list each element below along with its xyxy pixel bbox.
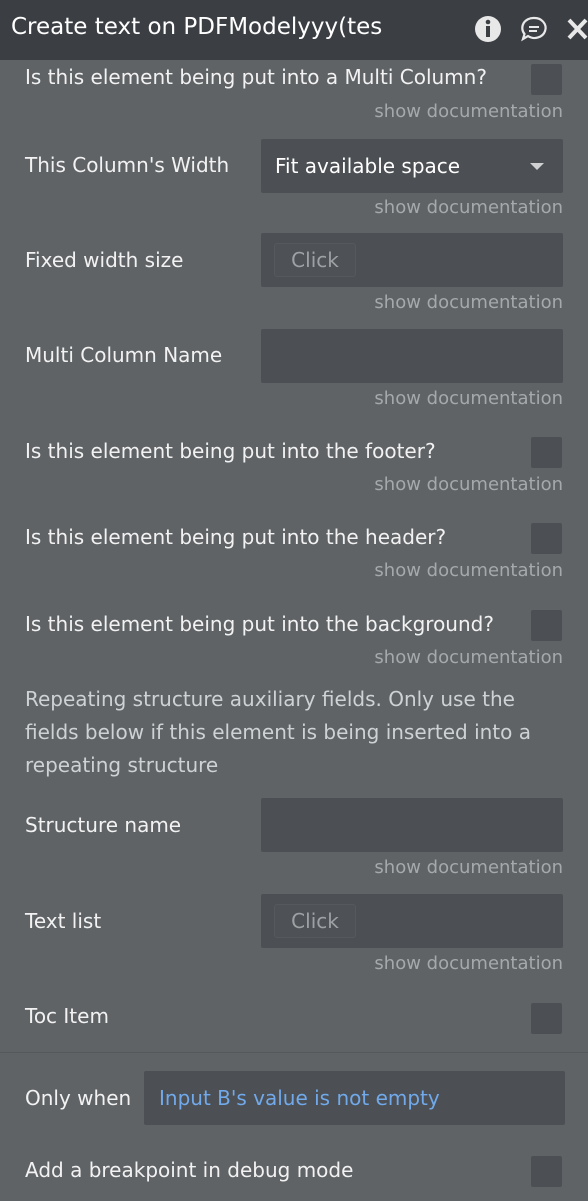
only-when-label: Only when <box>25 1086 132 1110</box>
title-bar: Create text on PDFModelyyy(tes <box>0 0 588 60</box>
column-width-dropdown[interactable]: Fit available space <box>261 139 563 193</box>
text-list-input[interactable]: Click <box>261 894 563 948</box>
chevron-down-icon <box>530 163 544 170</box>
multi-column-label: Is this element being put into a Multi C… <box>25 65 487 89</box>
header-label: Is this element being put into the heade… <box>25 525 447 549</box>
structure-name-input[interactable] <box>261 798 563 852</box>
background-checkbox[interactable] <box>531 610 562 641</box>
comment-icon[interactable] <box>519 14 549 44</box>
fixed-width-label: Fixed width size <box>25 248 184 272</box>
multi-column-name-label: Multi Column Name <box>25 343 223 367</box>
background-doc-link[interactable]: show documentation <box>374 647 563 668</box>
only-when-condition-input[interactable]: Input B's value is not empty <box>144 1071 565 1125</box>
footer-checkbox[interactable] <box>531 437 562 468</box>
column-width-doc-link[interactable]: show documentation <box>374 197 563 218</box>
breakpoint-label: Add a breakpoint in debug mode <box>25 1158 354 1182</box>
repeating-structure-note: Repeating structure auxiliary fields. On… <box>25 687 531 777</box>
fixed-width-doc-link[interactable]: show documentation <box>374 292 563 313</box>
toc-item-checkbox[interactable] <box>531 1003 562 1034</box>
only-when-condition-value[interactable]: Input B's value is not empty <box>159 1086 440 1110</box>
multi-column-checkbox[interactable] <box>531 64 562 95</box>
header-checkbox[interactable] <box>531 523 562 554</box>
window-title: Create text on PDFModelyyy(tes <box>11 14 383 40</box>
info-icon[interactable] <box>473 14 503 44</box>
footer-doc-link[interactable]: show documentation <box>374 474 563 495</box>
text-list-label: Text list <box>25 909 102 933</box>
footer-label: Is this element being put into the foote… <box>25 439 436 463</box>
multi-column-name-input[interactable] <box>261 329 563 383</box>
background-label: Is this element being put into the backg… <box>25 612 494 636</box>
fixed-width-input[interactable]: Click <box>261 233 563 287</box>
multi-column-name-doc-link[interactable]: show documentation <box>374 388 563 409</box>
toc-item-label: Toc Item <box>25 1004 109 1028</box>
header-doc-link[interactable]: show documentation <box>374 560 563 581</box>
fixed-width-click-button[interactable]: Click <box>274 243 356 277</box>
text-list-doc-link[interactable]: show documentation <box>374 953 563 974</box>
breakpoint-checkbox[interactable] <box>531 1156 562 1187</box>
multi-column-doc-link[interactable]: show documentation <box>374 101 563 122</box>
structure-name-label: Structure name <box>25 813 182 837</box>
structure-name-doc-link[interactable]: show documentation <box>374 857 563 878</box>
close-icon[interactable] <box>566 14 588 44</box>
column-width-value: Fit available space <box>275 154 461 178</box>
text-list-click-button[interactable]: Click <box>274 904 356 938</box>
column-width-label: This Column's Width <box>25 153 230 177</box>
